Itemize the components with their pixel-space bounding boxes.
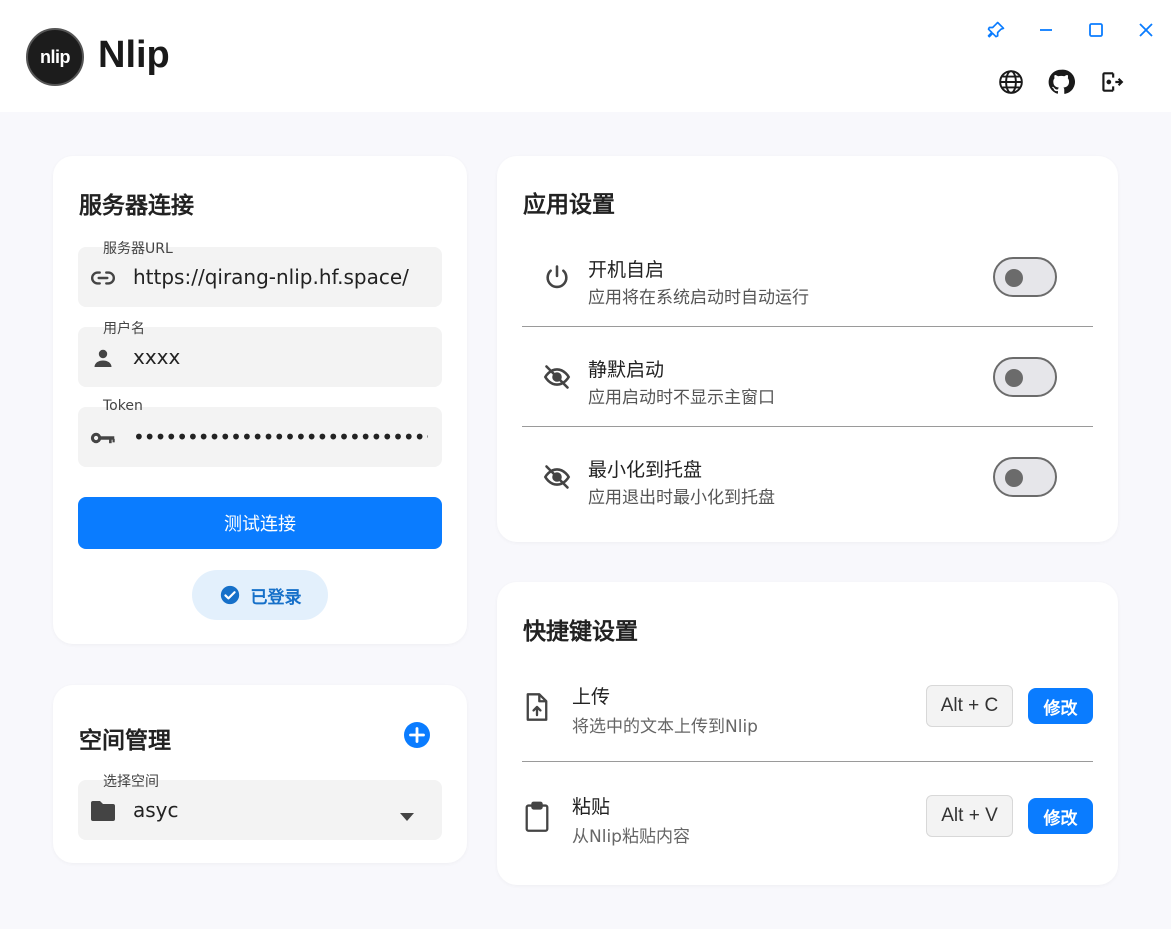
setting-desc: 应用启动时不显示主窗口	[588, 388, 775, 408]
status-text: 已登录	[250, 587, 302, 608]
minimize-tray-toggle[interactable]	[993, 457, 1057, 497]
space-select[interactable]: 选择空间 asyc	[78, 774, 442, 840]
modify-upload-hotkey-button[interactable]: 修改	[1028, 688, 1093, 724]
title-bar: nlip Nlip	[0, 0, 1171, 112]
globe-icon[interactable]	[997, 68, 1025, 96]
setting-title: 开机自启	[588, 259, 665, 281]
toggle-knob	[1005, 469, 1023, 487]
logo-text: nlip	[40, 46, 71, 67]
folder-icon	[90, 798, 116, 824]
power-icon	[542, 262, 572, 292]
app-settings-card: 应用设置 开机自启 应用将在系统启动时自动运行 静默启动 应用启动时不显示主窗口…	[497, 156, 1118, 542]
minimize-icon[interactable]	[1034, 18, 1058, 42]
autostart-toggle[interactable]	[993, 257, 1057, 297]
hotkey-key: Alt + V	[926, 795, 1013, 837]
hotkey-desc: 从Nlip粘贴内容	[572, 827, 690, 847]
setting-row-autostart: 开机自启 应用将在系统启动时自动运行	[522, 227, 1093, 327]
server-url-label: 服务器URL	[103, 241, 173, 257]
token-input[interactable]: ••••••••••••••••••••••••••••••••	[133, 425, 428, 449]
token-field[interactable]: Token ••••••••••••••••••••••••••••••••	[78, 398, 442, 467]
setting-desc: 应用将在系统启动时自动运行	[588, 288, 809, 308]
clipboard-icon	[522, 800, 552, 834]
silent-start-toggle[interactable]	[993, 357, 1057, 397]
hotkey-key: Alt + C	[926, 685, 1013, 727]
server-url-field[interactable]: 服务器URL https://qirang-nlip.hf.space/	[78, 241, 442, 307]
maximize-icon[interactable]	[1084, 18, 1108, 42]
token-label: Token	[103, 398, 143, 414]
status-badge: 已登录	[192, 570, 328, 620]
setting-title: 静默启动	[588, 359, 665, 381]
chevron-down-icon[interactable]	[400, 806, 414, 825]
person-icon	[90, 345, 116, 371]
github-icon[interactable]	[1047, 68, 1075, 96]
key-icon	[90, 425, 116, 451]
toggle-knob	[1005, 269, 1023, 287]
check-circle-icon	[219, 584, 241, 606]
modify-paste-hotkey-button[interactable]: 修改	[1028, 798, 1093, 834]
pin-icon[interactable]	[984, 18, 1008, 42]
username-label: 用户名	[103, 321, 145, 337]
app-title: Nlip	[98, 34, 170, 76]
hotkeys-title: 快捷键设置	[523, 619, 638, 645]
hotkey-title: 粘贴	[572, 796, 611, 818]
hotkeys-card: 快捷键设置 上传 将选中的文本上传到Nlip Alt + C 修改 粘贴 从Nl…	[497, 582, 1118, 885]
add-space-icon[interactable]	[404, 722, 430, 748]
server-url-input[interactable]: https://qirang-nlip.hf.space/	[133, 265, 428, 289]
setting-row-minimize-tray: 最小化到托盘 应用退出时最小化到托盘	[522, 427, 1093, 527]
eye-off-icon	[542, 362, 572, 392]
link-icon	[90, 265, 116, 291]
space-management-card: 空间管理 选择空间 asyc	[53, 685, 467, 863]
setting-row-silent-start: 静默启动 应用启动时不显示主窗口	[522, 327, 1093, 427]
server-card-title: 服务器连接	[79, 193, 194, 219]
toggle-knob	[1005, 369, 1023, 387]
file-upload-icon	[522, 690, 552, 724]
close-icon[interactable]	[1134, 18, 1158, 42]
space-select-value: asyc	[133, 798, 179, 822]
space-card-title: 空间管理	[79, 728, 171, 754]
setting-desc: 应用退出时最小化到托盘	[588, 488, 775, 508]
test-connection-button[interactable]: 测试连接	[78, 497, 442, 549]
hotkey-desc: 将选中的文本上传到Nlip	[572, 717, 758, 737]
space-select-label: 选择空间	[103, 774, 159, 790]
hotkey-row-paste: 粘贴 从Nlip粘贴内容 Alt + V 修改	[522, 762, 1093, 872]
eye-off-icon	[542, 462, 572, 492]
server-connection-card: 服务器连接 服务器URL https://qirang-nlip.hf.spac…	[53, 156, 467, 644]
username-field[interactable]: 用户名 xxxx	[78, 321, 442, 387]
app-logo: nlip	[26, 28, 84, 86]
hotkey-row-upload: 上传 将选中的文本上传到Nlip Alt + C 修改	[522, 652, 1093, 762]
setting-title: 最小化到托盘	[588, 459, 703, 481]
app-settings-title: 应用设置	[523, 192, 615, 218]
hotkey-title: 上传	[572, 686, 611, 708]
username-input[interactable]: xxxx	[133, 345, 428, 369]
logout-icon[interactable]	[1097, 68, 1125, 96]
